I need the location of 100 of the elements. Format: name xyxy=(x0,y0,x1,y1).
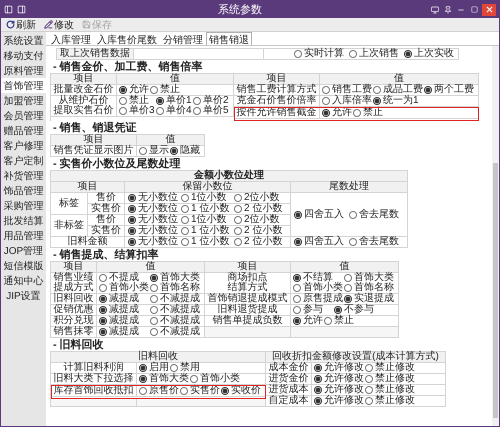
radio-option[interactable]: 首饰小类 xyxy=(293,283,344,293)
radio-option[interactable]: 单价1 xyxy=(156,96,193,106)
radio-option[interactable]: 2 位小数 xyxy=(234,226,287,236)
radio-option[interactable]: 减提成 xyxy=(99,294,150,304)
radio-option[interactable]: 无小数位 xyxy=(128,237,181,247)
radio-option[interactable]: 成品工费 xyxy=(373,85,424,95)
radio-option[interactable]: 首饰名称 xyxy=(344,283,395,293)
radio-option[interactable]: 禁止修改 xyxy=(365,385,416,395)
sidebar-item[interactable]: 批发结算 xyxy=(1,213,46,228)
radio-option[interactable]: 舍去尾数 xyxy=(349,210,404,220)
sidebar-item[interactable]: 系统设置 xyxy=(1,33,46,48)
sidebar-item[interactable]: 会员管理 xyxy=(1,108,46,123)
radio-option[interactable]: 允许修改 xyxy=(314,385,365,395)
radio-option[interactable]: 允许修改 xyxy=(314,396,365,406)
tab[interactable]: 销售销退 xyxy=(206,32,252,45)
sidebar-item[interactable]: 加盟管理 xyxy=(1,93,46,108)
radio-option[interactable]: 无小数位 xyxy=(128,226,181,236)
radio-option[interactable]: 2位小数 xyxy=(234,193,287,203)
radio-option[interactable]: 首饰小类 xyxy=(99,283,150,293)
radio-option[interactable]: 2 位小数 xyxy=(234,204,287,214)
radio-option[interactable]: 禁止 xyxy=(324,316,355,326)
radio-option[interactable]: 允许修改 xyxy=(314,363,365,373)
sidebar-item[interactable]: 采购管理 xyxy=(1,198,46,213)
radio-option[interactable]: 舍去尾数 xyxy=(349,237,404,247)
radio-option[interactable]: 首饰大类 xyxy=(344,273,395,283)
row-label: 进货成本 xyxy=(268,385,308,395)
radio-option[interactable]: 禁止修改 xyxy=(365,363,416,373)
radio-option[interactable]: 上次实收 xyxy=(404,49,454,59)
radio-option[interactable]: 2位小数 xyxy=(234,215,287,225)
radio-option[interactable]: 单价3 xyxy=(119,106,156,116)
radio-option[interactable]: 四舍五入 xyxy=(294,210,349,220)
radio-option[interactable]: 首饰名称 xyxy=(150,283,201,293)
radio-option[interactable]: 1 位小数 xyxy=(181,226,234,236)
radio-option[interactable]: 不减提成 xyxy=(150,294,201,304)
radio-option[interactable]: 启用 xyxy=(139,363,170,373)
section-heading: - 销售金价、加工费、销售倍率 xyxy=(53,61,204,73)
radio-option[interactable]: 首饰大类 xyxy=(139,374,190,384)
row-label: 进货金价 xyxy=(268,374,308,384)
radio-option[interactable]: 不减提成 xyxy=(150,305,201,315)
tab[interactable]: 分销管理 xyxy=(160,32,206,45)
radio-option[interactable]: 上次销售 xyxy=(349,49,399,59)
row-label: 批量改金石价 xyxy=(54,85,114,95)
radio-option[interactable]: 禁止修改 xyxy=(365,374,416,384)
radio-option[interactable]: 参与 xyxy=(293,305,334,315)
sidebar-item[interactable]: 通知中心 xyxy=(1,273,46,288)
sidebar-item[interactable]: 移动支付 xyxy=(1,48,46,63)
radio-option[interactable]: 销售工费 xyxy=(322,85,373,95)
sidebar-item[interactable]: 短信模版 xyxy=(1,258,46,273)
sidebar-item[interactable]: 赠品管理 xyxy=(1,123,46,138)
radio-option[interactable]: 减提成 xyxy=(99,305,150,315)
radio-option[interactable]: 无小数位 xyxy=(128,193,181,203)
radio-option[interactable]: 不减提成 xyxy=(150,327,201,337)
sidebar-item[interactable]: 客户修理 xyxy=(1,138,46,153)
radio-option[interactable]: 不结算 xyxy=(293,273,344,283)
radio-option[interactable]: 禁止 xyxy=(353,108,384,118)
radio-option[interactable]: 单价4 xyxy=(156,106,193,116)
radio-option[interactable]: 1位小数 xyxy=(181,193,234,203)
radio-option[interactable]: 2 位小数 xyxy=(234,237,287,247)
radio-option[interactable]: 单价2 xyxy=(193,96,230,106)
tab[interactable]: 入库管理 xyxy=(48,32,94,45)
radio-option[interactable]: 显示 xyxy=(139,146,170,156)
sidebar-item[interactable]: 原料管理 xyxy=(1,63,46,78)
radio-option[interactable]: 首饰小类 xyxy=(190,374,241,384)
toolbar-button[interactable]: 刷新 xyxy=(3,18,39,31)
radio-option[interactable]: 入库倍率 xyxy=(322,96,373,106)
radio-option[interactable]: 隐藏 xyxy=(170,146,201,156)
radio-option[interactable]: 允许 xyxy=(119,85,150,95)
radio-option[interactable]: 不减提成 xyxy=(150,316,201,326)
radio-option[interactable]: 允许 xyxy=(293,316,324,326)
radio-option[interactable]: 禁用 xyxy=(170,363,201,373)
radio-option[interactable]: 减提成 xyxy=(99,316,150,326)
sidebar-item[interactable]: 饰品管理 xyxy=(1,183,46,198)
radio-option[interactable]: 允许修改 xyxy=(314,374,365,384)
radio-option[interactable]: 实退提成 xyxy=(344,294,395,304)
radio-option[interactable]: 禁止修改 xyxy=(365,396,416,406)
radio-option[interactable]: 首饰大类 xyxy=(150,273,201,283)
sidebar-item[interactable]: 客户定制 xyxy=(1,153,46,168)
radio-option[interactable]: 无小数位 xyxy=(128,215,181,225)
sidebar-item[interactable]: 首饰管理 xyxy=(1,78,46,93)
radio-option[interactable]: 不参与 xyxy=(334,305,375,315)
toolbar-button[interactable]: 修改 xyxy=(41,18,77,31)
sidebar-item[interactable]: JOP管理 xyxy=(1,243,46,258)
radio-option[interactable]: 单价5 xyxy=(193,106,230,116)
radio-option[interactable]: 禁止 xyxy=(119,96,156,106)
radio-option[interactable]: 1位小数 xyxy=(181,215,234,225)
radio-option[interactable]: 实时计算 xyxy=(294,49,344,59)
radio-option[interactable]: 1 位小数 xyxy=(181,237,234,247)
radio-option[interactable]: 两个工费 xyxy=(424,85,475,95)
radio-option[interactable]: 原售提成 xyxy=(293,294,344,304)
radio-option[interactable]: 减提成 xyxy=(99,327,150,337)
column-header: 项目 xyxy=(51,74,117,85)
sidebar-item[interactable]: 补货管理 xyxy=(1,168,46,183)
radio-option[interactable]: 不提成 xyxy=(99,273,150,283)
radio-option[interactable]: 统一为1 xyxy=(373,96,424,106)
sidebar-item[interactable]: JIP设置 xyxy=(1,288,46,303)
tab[interactable]: 入库售价尾数 xyxy=(94,32,160,45)
sidebar-item[interactable]: 用品管理 xyxy=(1,228,46,243)
radio-option[interactable]: 1 位小数 xyxy=(181,204,234,214)
radio-option[interactable]: 禁止 xyxy=(150,85,181,95)
radio-option[interactable]: 无小数位 xyxy=(128,204,181,214)
